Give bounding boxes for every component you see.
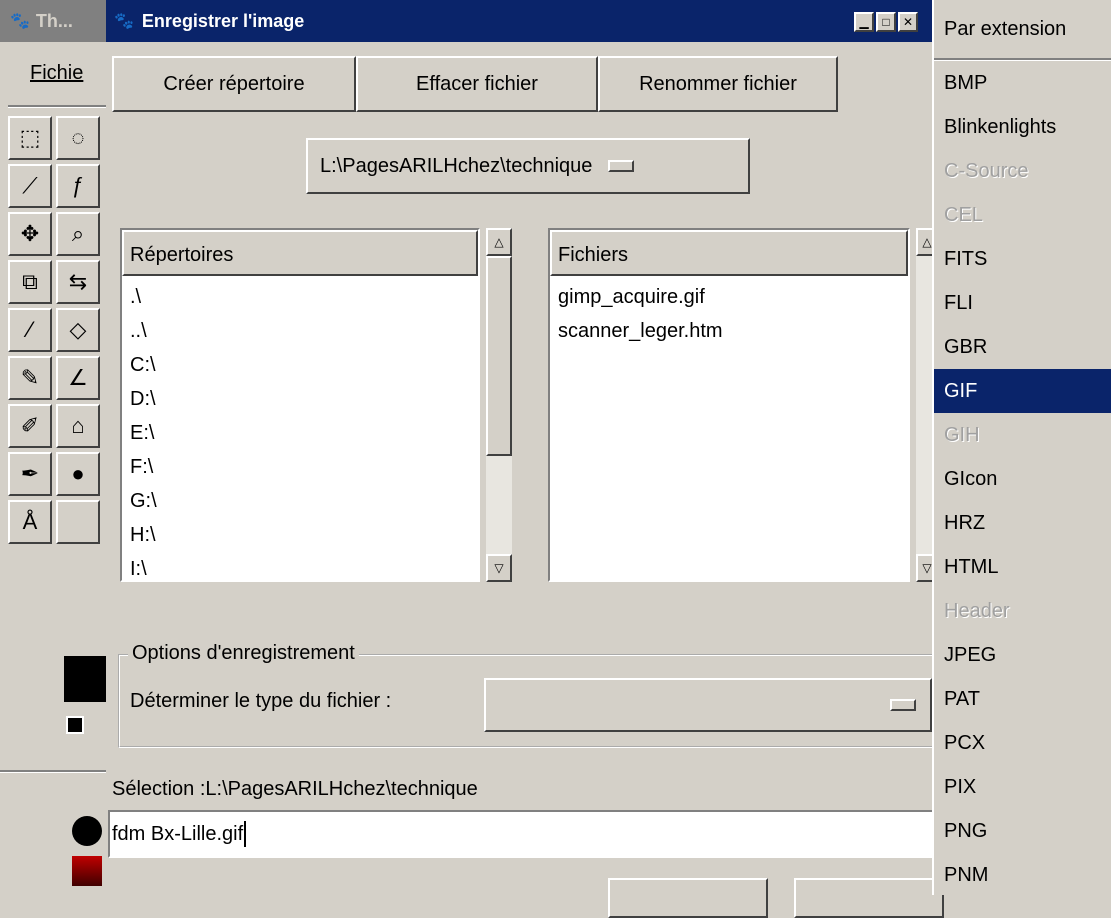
toolbox-separator [0, 770, 110, 773]
clone-icon[interactable]: ✐ [8, 404, 52, 448]
menu-item-gif[interactable]: GIF [934, 369, 1111, 413]
menu-item-cel: CEL [944, 204, 983, 226]
menu-item-pnm[interactable]: PNM [934, 853, 1111, 897]
measure-icon[interactable]: Å [8, 500, 52, 544]
filename-value: fdm Bx-Lille.gif [112, 822, 244, 845]
pencil-icon[interactable]: ✎ [8, 356, 52, 400]
gimp-logo-icon: 🐾 [114, 13, 134, 30]
dropdown-indicator-icon [608, 160, 635, 172]
menu-item-header: Header [944, 600, 1010, 622]
filename-input[interactable]: fdm Bx-Lille.gif [108, 810, 938, 858]
directory-list-item[interactable]: I:\ [122, 552, 478, 580]
paintbrush-icon[interactable]: ∠ [56, 356, 100, 400]
save-options-legend: Options d'enregistrement [128, 642, 359, 665]
menu-item-c-source: C-Source [944, 160, 1029, 182]
file-list-item[interactable]: scanner_leger.htm [550, 314, 908, 348]
save-button[interactable] [608, 878, 768, 918]
file-list-item[interactable]: gimp_acquire.gif [550, 280, 908, 314]
fuzzy-select-icon[interactable]: ⟋ [8, 164, 52, 208]
menu-item-fits[interactable]: FITS [934, 237, 1111, 281]
menu-item-fli[interactable]: FLI [934, 281, 1111, 325]
scroll-thumb[interactable] [486, 256, 512, 456]
create-directory-button[interactable]: Créer répertoire [112, 56, 356, 112]
move-icon[interactable]: ✥ [8, 212, 52, 256]
menu-item-gicon[interactable]: GIcon [934, 457, 1111, 501]
menu-item-gbr[interactable]: GBR [934, 325, 1111, 369]
flip-icon[interactable]: ⇆ [56, 260, 100, 304]
toolbox-menu-file[interactable]: Fichie [30, 62, 83, 85]
toolbox-title: Th... [35, 10, 73, 31]
gimp-logo-icon: 🐾 [10, 13, 30, 30]
directory-list-item[interactable]: D:\ [122, 382, 478, 416]
directory-list-item[interactable]: C:\ [122, 348, 478, 382]
menu-item-par-extension[interactable]: Par extension [934, 0, 1111, 58]
path-value: L:\PagesARILHchez\technique [320, 154, 593, 177]
directory-list-item[interactable]: E:\ [122, 416, 478, 450]
magnify-icon[interactable]: ⌕ [56, 212, 100, 256]
airbrush-icon[interactable]: ✒ [8, 452, 52, 496]
scroll-up-icon[interactable]: △ [486, 228, 512, 256]
scroll-down-icon[interactable]: ▽ [486, 554, 512, 582]
menu-item-pat[interactable]: PAT [934, 677, 1111, 721]
rect-select-icon[interactable]: ⬚ [8, 116, 52, 160]
dialog-title-bar[interactable]: 🐾 Enregistrer l'image [106, 0, 936, 42]
color-picker-icon[interactable]: ⁄ [8, 308, 52, 352]
foreground-color-swatch[interactable] [64, 656, 110, 702]
directories-items: .\ ..\ C:\ D:\ E:\ F:\ G:\ H:\ I:\ [122, 276, 478, 580]
minimize-button[interactable]: ▁ [854, 12, 874, 32]
directory-list-item[interactable]: G:\ [122, 484, 478, 518]
directory-list-item[interactable]: F:\ [122, 450, 478, 484]
menu-item-jpeg[interactable]: JPEG [934, 633, 1111, 677]
maximize-button[interactable]: □ [876, 12, 896, 32]
directory-list-item[interactable]: H:\ [122, 518, 478, 552]
files-items: gimp_acquire.gif scanner_leger.htm [550, 276, 908, 348]
gradient-preview[interactable] [72, 856, 102, 886]
path-dropdown[interactable]: L:\PagesARILHchez\technique [306, 138, 750, 194]
filetype-dropdown[interactable] [484, 678, 932, 732]
menu-item-png[interactable]: PNG [934, 809, 1111, 853]
cancel-button[interactable] [794, 878, 944, 918]
menu-item-html[interactable]: HTML [934, 545, 1111, 589]
toolbox-window: 🐾 Th... Fichie ⬚ ◌ ⟋ ƒ ✥ ⌕ ⧉ ⇆ ⁄ ◇ ✎ ∠ ✐ ⌂ ✒ ● Å [0, 0, 110, 895]
directories-scrollbar[interactable]: △ ▽ [486, 228, 512, 582]
directory-list-item[interactable]: .\ [122, 280, 478, 314]
filetype-label: Déterminer le type du fichier : [130, 690, 392, 712]
rename-file-button[interactable]: Renommer fichier [598, 56, 838, 112]
ink-icon[interactable]: ● [56, 452, 100, 496]
menu-item-pcx[interactable]: PCX [934, 721, 1111, 765]
toolbox-menu-separator [8, 105, 108, 108]
blend-icon[interactable]: ⌂ [56, 404, 100, 448]
toolbox-title-bar[interactable]: 🐾 Th... [0, 0, 110, 42]
selection-label: Sélection :L:\PagesARILHchez\technique [112, 778, 478, 800]
bucket-fill-icon[interactable]: ◇ [56, 308, 100, 352]
brush-preview[interactable] [72, 816, 102, 846]
dialog-title: Enregistrer l'image [141, 10, 305, 31]
crop-icon[interactable]: ⧉ [8, 260, 52, 304]
format-menu-items: BMP Blinkenlights C-Source CEL FITS FLI GBR GIF… [934, 61, 1111, 897]
directory-list-item[interactable]: ..\ [122, 314, 478, 348]
files-list[interactable]: Fichiers gimp_acquire.gif scanner_leger.h… [548, 228, 910, 582]
menu-item-pix[interactable]: PIX [934, 765, 1111, 809]
files-header[interactable]: Fichiers [550, 230, 908, 276]
reset-colors-icon[interactable] [66, 716, 84, 734]
text-cursor [244, 821, 247, 847]
format-popup-menu: Par extension BMP Blinkenlights C-Source CE… [932, 0, 1111, 895]
dropdown-indicator-icon [890, 699, 916, 711]
menu-item-bmp[interactable]: BMP [934, 61, 1111, 105]
menu-item-hrz[interactable]: HRZ [934, 501, 1111, 545]
menu-item-gih: GIH [944, 424, 980, 446]
bezier-select-icon[interactable]: ƒ [56, 164, 100, 208]
empty-tool-slot [56, 500, 100, 544]
ellipse-select-icon[interactable]: ◌ [56, 116, 100, 160]
directories-header[interactable]: Répertoires [122, 230, 478, 276]
directories-list[interactable]: Répertoires .\ ..\ C:\ D:\ E:\ F:\ G:\ H:\ I:\ [120, 228, 480, 582]
delete-file-button[interactable]: Effacer fichier [356, 56, 598, 112]
menu-item-blinkenlights[interactable]: Blinkenlights [934, 105, 1111, 149]
close-button[interactable]: ✕ [898, 12, 918, 32]
